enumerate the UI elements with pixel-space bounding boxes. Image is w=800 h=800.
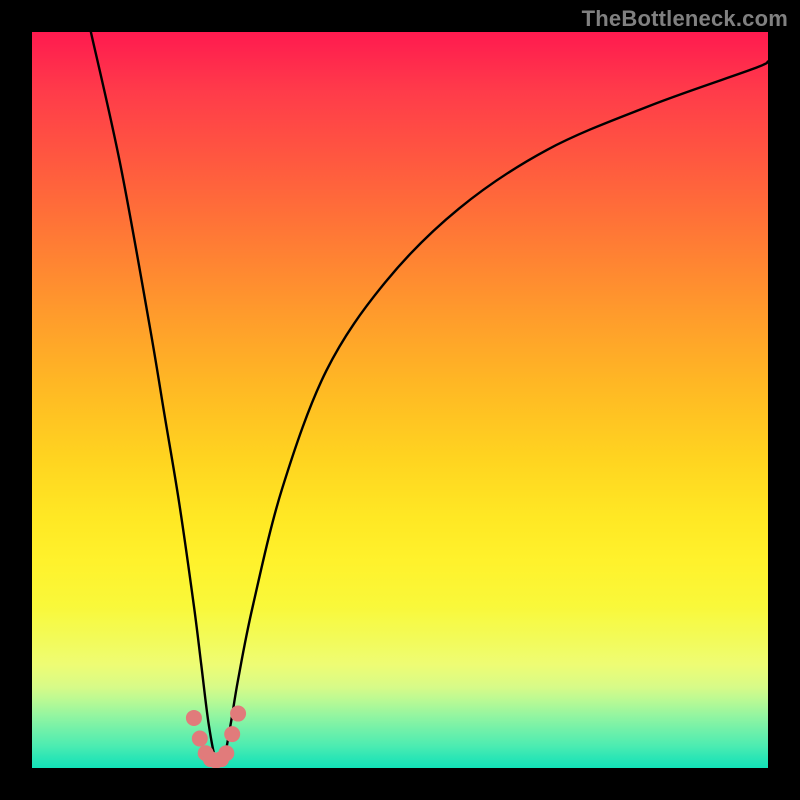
marker-layer (186, 706, 246, 768)
chart-svg (32, 32, 768, 768)
cusp-dot (230, 706, 246, 722)
cusp-dot (186, 710, 202, 726)
outer-frame: TheBottleneck.com (0, 0, 800, 800)
watermark-text: TheBottleneck.com (582, 6, 788, 32)
cusp-dot (218, 745, 234, 761)
plot-area (32, 32, 768, 768)
cusp-dot (224, 726, 240, 742)
main-curve (91, 32, 768, 765)
cusp-dot (192, 731, 208, 747)
curve-layer (91, 32, 768, 765)
